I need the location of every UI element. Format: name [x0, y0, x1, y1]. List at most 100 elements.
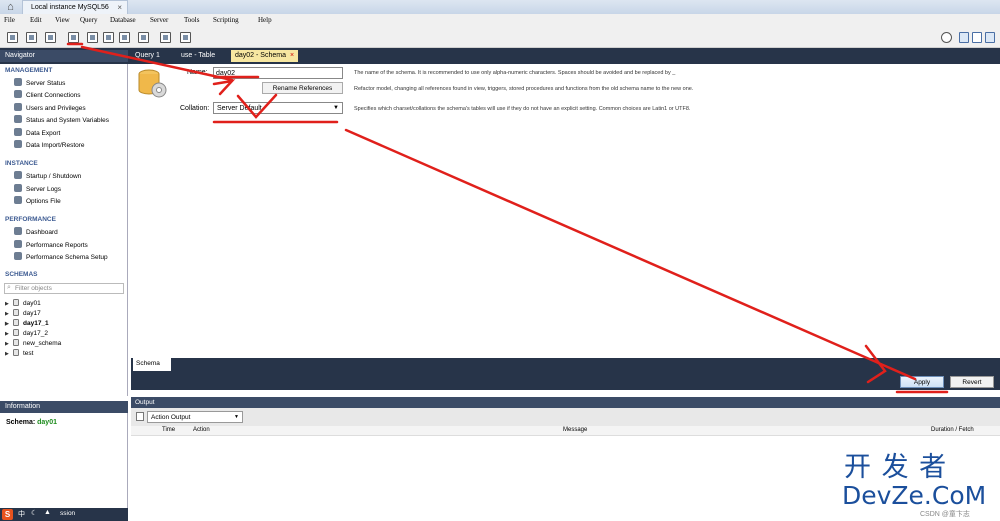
- create-table-icon[interactable]: [87, 32, 98, 43]
- output-header: Output: [131, 397, 1000, 408]
- connection-tab[interactable]: Local instance MySQL56 ×: [22, 0, 128, 14]
- column-time[interactable]: Time: [162, 427, 175, 433]
- expand-icon[interactable]: ▶: [5, 319, 11, 329]
- collation-label: Collation:: [180, 105, 210, 112]
- column-action[interactable]: Action: [193, 427, 210, 433]
- column-message[interactable]: Message: [563, 427, 587, 433]
- menu-query[interactable]: Query: [80, 16, 98, 24]
- ime-moon-icon[interactable]: ☾: [31, 509, 37, 517]
- column-duration[interactable]: Duration / Fetch: [931, 427, 974, 433]
- dashboard-icon: [14, 227, 22, 235]
- create-function-icon[interactable]: [138, 32, 149, 43]
- instance-heading: INSTANCE: [5, 160, 38, 167]
- import-icon: [14, 140, 22, 148]
- menu-server[interactable]: Server: [150, 16, 168, 24]
- menu-edit[interactable]: Edit: [30, 16, 42, 24]
- output-columns: Time Action Message Duration / Fetch: [131, 426, 1000, 436]
- ime-logo-icon[interactable]: S: [2, 509, 13, 520]
- nav-label: Data Import/Restore: [26, 142, 85, 149]
- nav-server-status[interactable]: Server Status: [14, 78, 65, 88]
- toolbar: [0, 28, 1000, 48]
- ime-shirt-icon[interactable]: ▲: [44, 509, 51, 516]
- nav-client-connections[interactable]: Client Connections: [14, 90, 81, 100]
- nav-users-privileges[interactable]: Users and Privileges: [14, 103, 86, 113]
- inspector-icon[interactable]: [45, 32, 56, 43]
- nav-dashboard[interactable]: Dashboard: [14, 227, 58, 237]
- toggle-output-icon[interactable]: [972, 32, 982, 43]
- expand-icon[interactable]: ▶: [5, 329, 11, 339]
- nav-performance-schema-setup[interactable]: Performance Schema Setup: [14, 252, 108, 262]
- nav-label: Client Connections: [26, 92, 81, 99]
- toggle-sidebar-icon[interactable]: [959, 32, 969, 43]
- schema-name-input[interactable]: day02: [213, 67, 343, 79]
- menu-file[interactable]: File: [4, 16, 15, 24]
- nav-startup-shutdown[interactable]: Startup / Shutdown: [14, 171, 81, 181]
- apply-button[interactable]: Apply: [900, 376, 944, 388]
- nav-label: Dashboard: [26, 229, 58, 236]
- close-tab-icon[interactable]: ×: [290, 52, 294, 59]
- schema-item-default[interactable]: ▶ day17_1: [5, 319, 49, 329]
- tab-use-table[interactable]: use - Table: [177, 50, 219, 62]
- create-view-icon[interactable]: [103, 32, 114, 43]
- nav-status-variables[interactable]: Status and System Variables: [14, 115, 109, 125]
- tab-query-1[interactable]: Query 1: [131, 50, 164, 62]
- nav-label: Startup / Shutdown: [26, 173, 82, 180]
- schema-label: day01: [23, 300, 41, 307]
- nav-server-logs[interactable]: Server Logs: [14, 184, 61, 194]
- output-type-value: Action Output: [151, 414, 191, 421]
- schema-item[interactable]: ▶ day17: [5, 309, 41, 319]
- reconnect-icon[interactable]: [180, 32, 191, 43]
- tab-day02-schema[interactable]: day02 - Schema ×: [231, 50, 299, 62]
- nav-options-file[interactable]: Options File: [14, 196, 61, 206]
- watermark: 开 发 者 DevZe.CoM CSDN @童卞志: [842, 454, 997, 519]
- editor-tabbar: [131, 358, 1000, 390]
- expand-icon[interactable]: ▶: [5, 349, 11, 359]
- tab-schema[interactable]: Schema: [133, 358, 171, 371]
- expand-icon[interactable]: ▶: [5, 339, 11, 349]
- expand-icon[interactable]: ▶: [5, 309, 11, 319]
- search-table-data-icon[interactable]: [160, 32, 171, 43]
- close-tab-icon[interactable]: ×: [117, 1, 122, 14]
- create-schema-icon[interactable]: [68, 32, 79, 43]
- information-panel: Schema: day01: [0, 413, 128, 508]
- nav-performance-reports[interactable]: Performance Reports: [14, 240, 88, 250]
- wrench-icon: [14, 196, 22, 204]
- schema-item[interactable]: ▶ new_schema: [5, 339, 61, 349]
- schema-item[interactable]: ▶ test: [5, 349, 33, 359]
- menu-tools[interactable]: Tools: [184, 16, 199, 24]
- output-type-select[interactable]: Action Output ▼: [147, 411, 243, 423]
- revert-button[interactable]: Revert: [950, 376, 994, 388]
- navigator-header: Navigator: [0, 50, 128, 62]
- home-icon[interactable]: ⌂: [4, 1, 17, 13]
- collation-select[interactable]: Server Default ▼: [213, 102, 343, 114]
- menu-view[interactable]: View: [55, 16, 70, 24]
- info-schema: Schema: day01: [6, 419, 57, 426]
- rename-references-button[interactable]: Rename References: [262, 82, 343, 94]
- schema-item[interactable]: ▶ day17_2: [5, 329, 48, 339]
- server-status-icon: [14, 78, 22, 86]
- copy-icon[interactable]: [136, 412, 144, 421]
- menu-help[interactable]: Help: [258, 16, 272, 24]
- open-sql-file-icon[interactable]: [26, 32, 37, 43]
- collation-description: Specifies which charset/collations the s…: [354, 106, 691, 112]
- settings-icon[interactable]: [941, 32, 952, 43]
- create-procedure-icon[interactable]: [119, 32, 130, 43]
- schema-filter-input[interactable]: Filter objects: [4, 283, 124, 294]
- session-tab[interactable]: ssion: [60, 510, 75, 517]
- nav-data-import[interactable]: Data Import/Restore: [14, 140, 85, 150]
- connection-tab-label: Local instance MySQL56: [31, 4, 109, 11]
- menu-database[interactable]: Database: [110, 16, 136, 24]
- schema-label: test: [23, 350, 34, 357]
- toggle-secondary-sidebar-icon[interactable]: [985, 32, 995, 43]
- setup-icon: [14, 252, 22, 260]
- nav-label: Server Logs: [26, 186, 62, 193]
- variables-icon: [14, 115, 22, 123]
- new-sql-tab-icon[interactable]: [7, 32, 18, 43]
- nav-data-export[interactable]: Data Export: [14, 128, 60, 138]
- schema-item[interactable]: ▶ day01: [5, 299, 41, 309]
- menu-scripting[interactable]: Scripting: [213, 16, 239, 24]
- ime-language[interactable]: 中: [18, 509, 25, 519]
- title-bar: ⌂ Local instance MySQL56 ×: [0, 0, 1000, 14]
- expand-icon[interactable]: ▶: [5, 299, 11, 309]
- schema-icon: [138, 69, 167, 98]
